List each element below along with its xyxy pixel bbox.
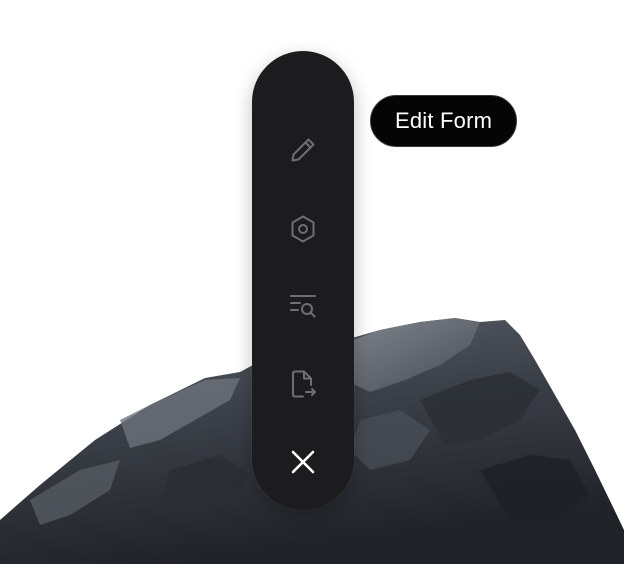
- search-list-button[interactable]: [278, 281, 328, 331]
- edit-button[interactable]: [278, 125, 328, 175]
- settings-button[interactable]: [278, 204, 328, 254]
- floating-toolbar: [252, 51, 354, 510]
- pencil-icon: [287, 134, 319, 166]
- tooltip-label: Edit Form: [395, 108, 493, 133]
- edit-form-tooltip: Edit Form: [370, 95, 518, 147]
- list-search-icon: [287, 290, 319, 322]
- close-icon: [287, 446, 319, 478]
- canvas: Edit Form: [0, 0, 624, 564]
- export-file-button[interactable]: [278, 359, 328, 409]
- hexagon-settings-icon: [287, 213, 319, 245]
- close-button[interactable]: [278, 437, 328, 487]
- file-export-icon: [287, 368, 319, 400]
